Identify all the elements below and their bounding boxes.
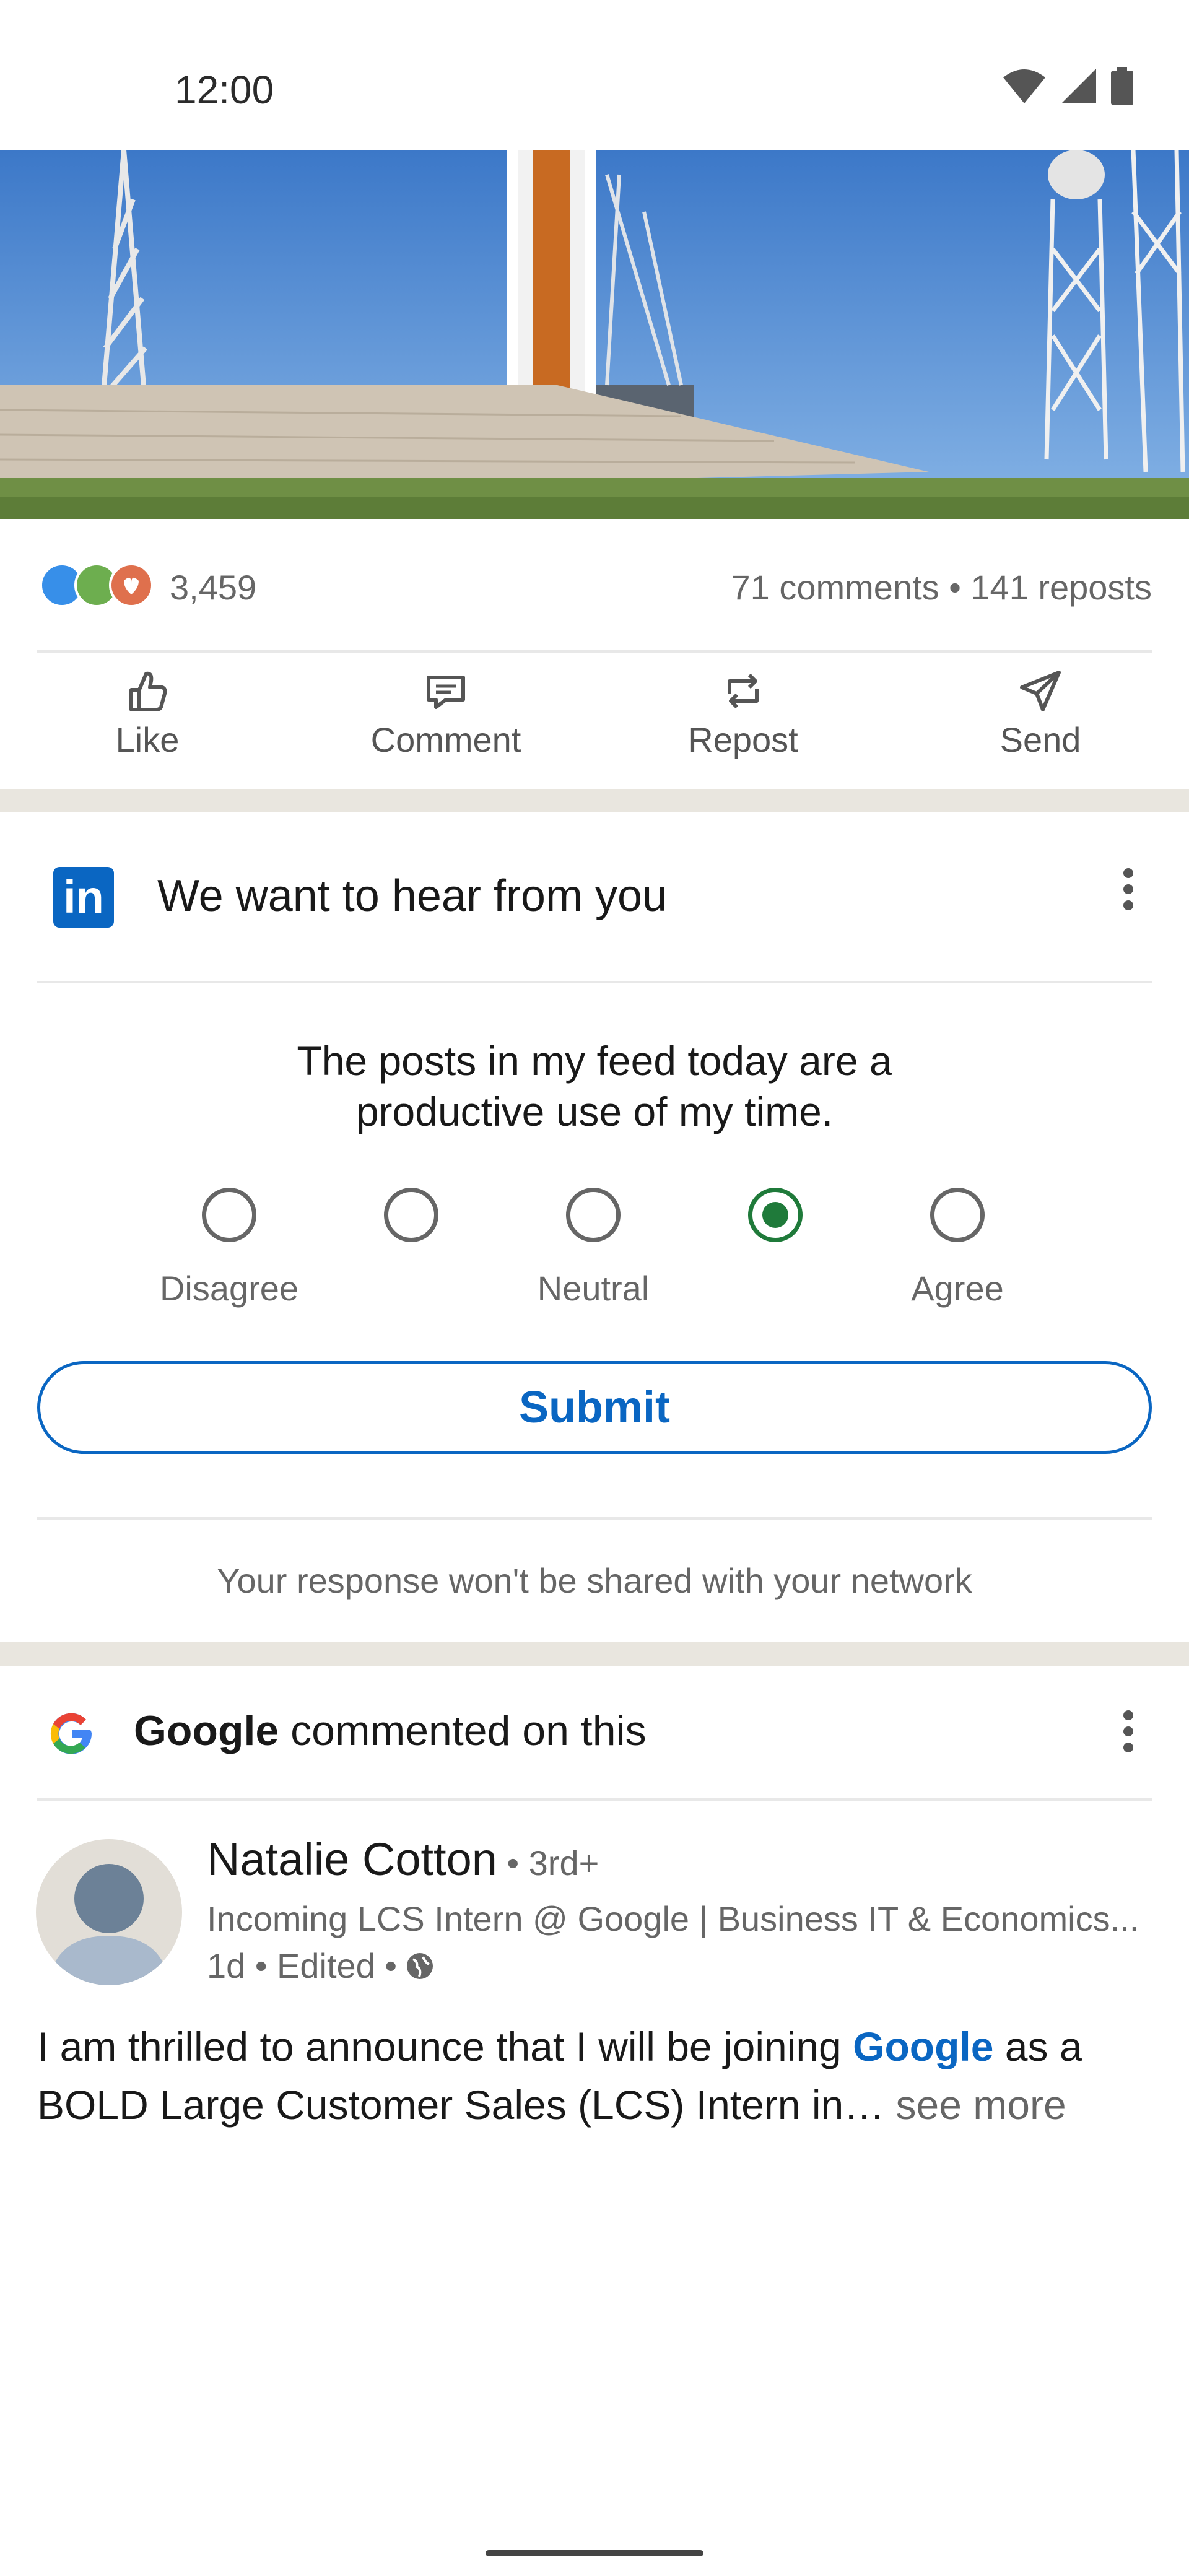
survey-option-3[interactable]: [566, 1188, 621, 1242]
battery-icon: [1111, 67, 1133, 105]
post-meta-text: 1d • Edited •: [207, 1946, 397, 1985]
post-stats: 3,459 71 comments • 141 reposts: [37, 545, 1152, 625]
activity-text: Google commented on this: [134, 1707, 647, 1755]
divider: [37, 981, 1152, 983]
globe-icon: [406, 1952, 433, 1979]
reaction-count[interactable]: 3,459: [170, 567, 256, 607]
scale-label-disagree: Disagree: [159, 1269, 299, 1308]
scale-label-agree: Agree: [911, 1269, 1004, 1308]
reaction-icons[interactable]: [37, 561, 161, 609]
like-button[interactable]: Like: [54, 669, 240, 760]
survey-option-4[interactable]: [748, 1188, 803, 1242]
comment-label: Comment: [370, 720, 521, 759]
activity-company[interactable]: Google: [134, 1707, 279, 1754]
post-text-part-1: I am thrilled to announce that I will be…: [37, 2024, 853, 2069]
author-headline: Incoming LCS Intern @ Google | Business …: [207, 1899, 1139, 1938]
divider: [37, 1798, 1152, 1801]
repost-label: Repost: [688, 720, 798, 759]
wifi-icon: [1003, 69, 1045, 103]
survey-question: The posts in my feed today are a product…: [0, 1035, 1189, 1137]
send-button[interactable]: Send: [947, 669, 1133, 760]
survey-question-line-2: productive use of my time.: [355, 1089, 834, 1134]
survey-more-icon[interactable]: [1116, 862, 1141, 936]
like-icon: [129, 671, 167, 711]
divider: [37, 650, 1152, 653]
post-text: I am thrilled to announce that I will be…: [37, 2017, 1158, 2134]
survey-title: We want to hear from you: [157, 871, 668, 921]
survey-header: in We want to hear from you: [0, 812, 1189, 980]
rocket-launch-image: [0, 150, 1189, 519]
status-time: 12:00: [175, 67, 274, 112]
repost-icon: [728, 673, 759, 709]
survey-question-line-1: The posts in my feed today are a: [297, 1038, 892, 1084]
author-line: Natalie Cotton • 3rd+: [207, 1833, 599, 1886]
divider: [37, 1517, 1152, 1520]
scale-label-neutral: Neutral: [537, 1269, 650, 1308]
submit-button[interactable]: Submit: [37, 1361, 1152, 1454]
survey-option-2[interactable]: [384, 1188, 438, 1242]
post-meta: 1d • Edited •: [207, 1946, 435, 1986]
post-actions: Like Comment Repost Send: [0, 656, 1189, 780]
send-icon: [1020, 671, 1061, 711]
repost-button[interactable]: Repost: [650, 669, 836, 760]
status-icons: [1002, 67, 1133, 105]
signal-icon: [1061, 69, 1096, 103]
like-label: Like: [115, 720, 180, 759]
survey-option-5[interactable]: [930, 1188, 985, 1242]
google-logo-icon: [50, 1713, 92, 1754]
comment-button[interactable]: Comment: [353, 669, 539, 760]
mention-link[interactable]: Google: [853, 2024, 993, 2069]
see-more-link[interactable]: see more: [884, 2082, 1066, 2128]
default-avatar-icon: [48, 1864, 170, 1985]
feed-separator: [0, 1642, 1189, 1666]
comment-icon: [427, 676, 465, 709]
linkedin-logo-icon: in: [53, 867, 114, 928]
activity-header: Google commented on this: [0, 1667, 1189, 1803]
post-more-icon[interactable]: [1116, 1704, 1141, 1778]
privacy-note: Your response won't be shared with your …: [217, 1561, 972, 1600]
activity-action: commented on this: [279, 1707, 647, 1754]
avatar[interactable]: [36, 1839, 182, 1985]
author-name[interactable]: Natalie Cotton: [207, 1834, 497, 1885]
home-indicator[interactable]: [486, 2550, 703, 2556]
connection-degree: • 3rd+: [497, 1843, 599, 1882]
post-image[interactable]: [0, 150, 1189, 519]
status-bar: 12:00: [0, 0, 1189, 150]
engagement-stats[interactable]: 71 comments • 141 reposts: [731, 567, 1152, 607]
survey-option-1[interactable]: [202, 1188, 256, 1242]
send-label: Send: [1000, 720, 1081, 759]
feed-separator: [0, 789, 1189, 812]
